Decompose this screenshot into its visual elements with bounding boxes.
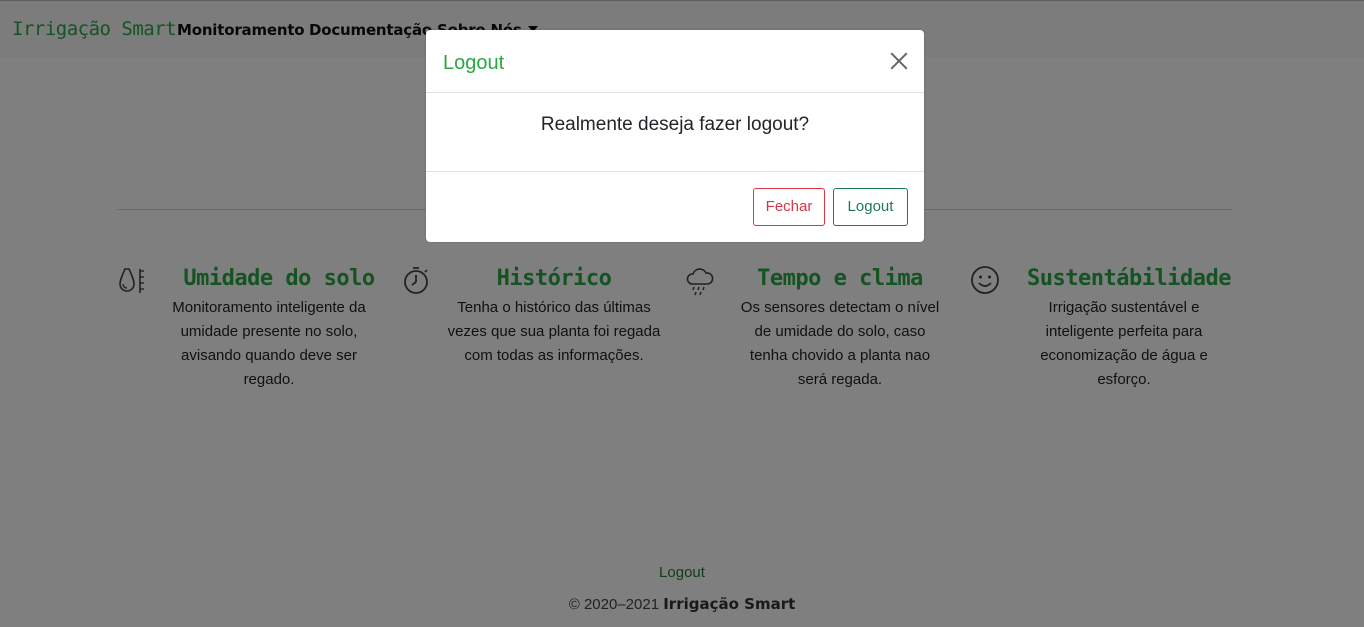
modal-body: Realmente deseja fazer logout? — [426, 93, 924, 172]
logout-modal: Logout Realmente deseja fazer logout? Fe… — [426, 30, 924, 242]
close-button[interactable]: Fechar — [753, 188, 825, 226]
modal-title: Logout — [443, 52, 505, 74]
modal-message: Realmente deseja fazer logout? — [540, 114, 810, 135]
logout-button[interactable]: Logout — [833, 188, 908, 226]
close-icon[interactable] — [888, 50, 910, 72]
modal-header: Logout — [426, 30, 924, 93]
